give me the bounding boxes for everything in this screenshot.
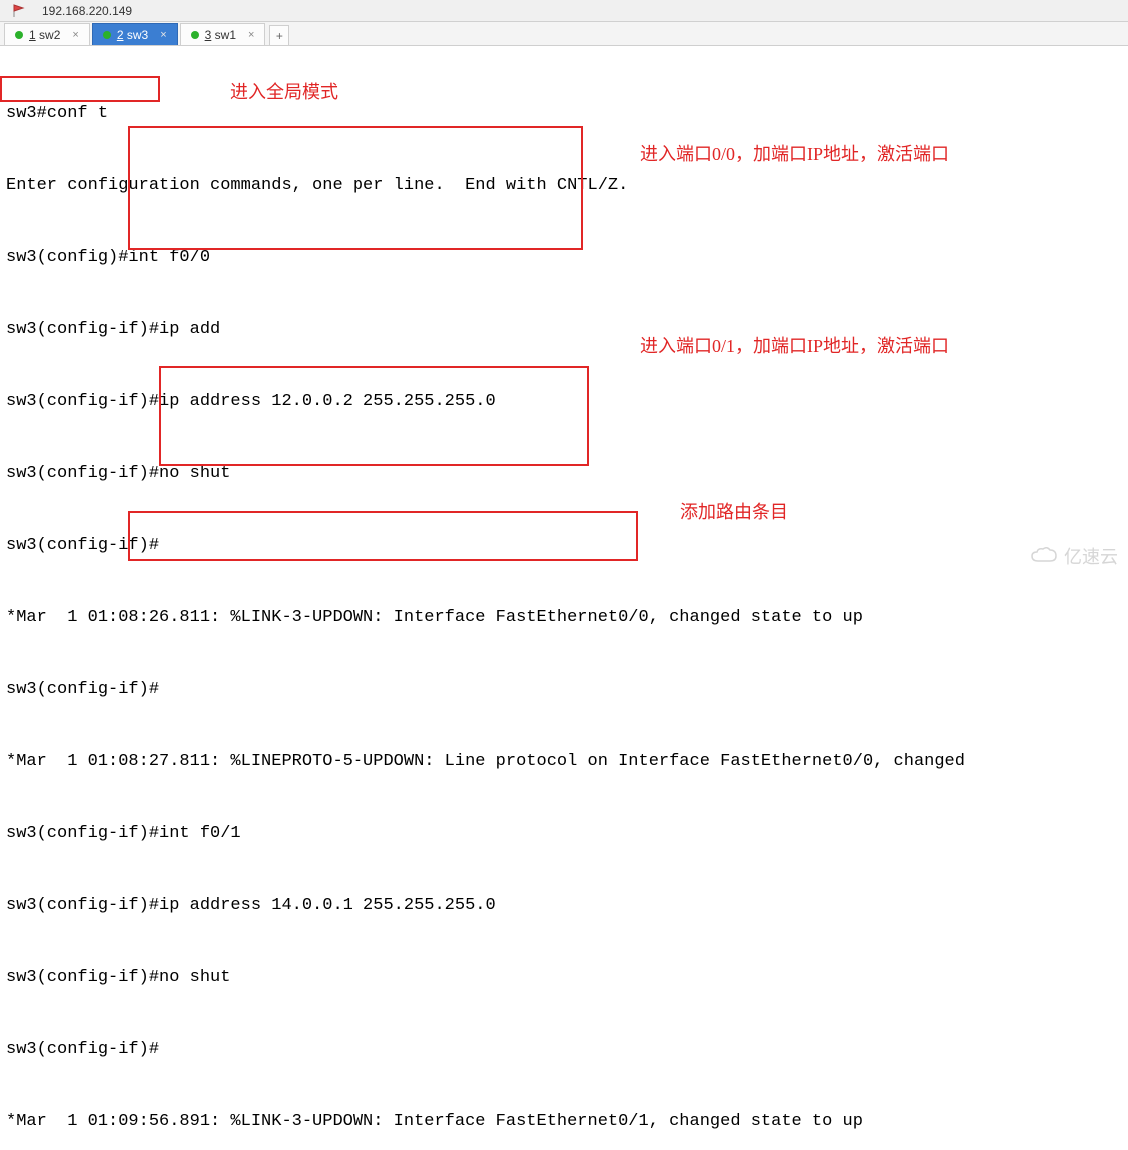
annotation-port-0-1: 进入端口0/1，加端口IP地址，激活端口	[640, 334, 949, 358]
tab-accel: 2	[117, 28, 124, 42]
terminal-line: sw3(config-if)#no shut	[6, 462, 1122, 486]
watermark: 亿速云	[1030, 543, 1118, 569]
close-icon[interactable]: ×	[248, 29, 254, 41]
status-dot-icon	[103, 31, 111, 39]
window-address: 192.168.220.149	[42, 4, 132, 18]
status-dot-icon	[15, 31, 23, 39]
terminal-line: sw3(config)#int f0/0	[6, 246, 1122, 270]
terminal-line: sw3#conf t	[6, 102, 1122, 126]
annotation-port-0-0: 进入端口0/0，加端口IP地址，激活端口	[640, 142, 949, 166]
highlight-box	[0, 76, 160, 102]
terminal-line: sw3(config-if)#no shut	[6, 966, 1122, 990]
terminal-line: sw3(config-if)#	[6, 1038, 1122, 1062]
tab-accel: 1	[29, 28, 36, 42]
tab-sw2[interactable]: 1 sw2 ×	[4, 23, 90, 45]
terminal-area[interactable]: sw3#conf t Enter configuration commands,…	[0, 46, 1128, 1150]
terminal-line: *Mar 1 01:08:26.811: %LINK-3-UPDOWN: Int…	[6, 606, 1122, 630]
terminal-line: sw3(config-if)#	[6, 678, 1122, 702]
tab-sw3[interactable]: 2 sw3 ×	[92, 23, 178, 45]
terminal-line: sw3(config-if)#int f0/1	[6, 822, 1122, 846]
tab-accel: 3	[205, 28, 212, 42]
highlight-box	[159, 366, 589, 466]
annotation-route: 添加路由条目	[680, 500, 788, 524]
terminal-line: Enter configuration commands, one per li…	[6, 174, 1122, 198]
tab-label: sw3	[127, 28, 148, 42]
cloud-icon	[1030, 547, 1058, 565]
flag-icon	[12, 4, 26, 18]
titlebar: 192.168.220.149	[0, 0, 1128, 22]
tab-label: sw2	[39, 28, 60, 42]
add-tab-button[interactable]: +	[269, 25, 289, 45]
terminal-line: sw3(config-if)#ip add	[6, 318, 1122, 342]
terminal-line: sw3(config-if)#ip address 12.0.0.2 255.2…	[6, 390, 1122, 414]
terminal-line: *Mar 1 01:08:27.811: %LINEPROTO-5-UPDOWN…	[6, 750, 1122, 774]
annotation-global-mode: 进入全局模式	[230, 80, 338, 104]
close-icon[interactable]: ×	[72, 29, 78, 41]
terminal-line: *Mar 1 01:09:56.891: %LINK-3-UPDOWN: Int…	[6, 1110, 1122, 1134]
terminal-line: sw3(config-if)#	[6, 534, 1122, 558]
close-icon[interactable]: ×	[160, 29, 166, 41]
tab-sw1[interactable]: 3 sw1 ×	[180, 23, 266, 45]
tab-strip: 1 sw2 × 2 sw3 × 3 sw1 × +	[0, 22, 1128, 46]
status-dot-icon	[191, 31, 199, 39]
tab-label: sw1	[215, 28, 236, 42]
terminal-line: sw3(config-if)#ip address 14.0.0.1 255.2…	[6, 894, 1122, 918]
